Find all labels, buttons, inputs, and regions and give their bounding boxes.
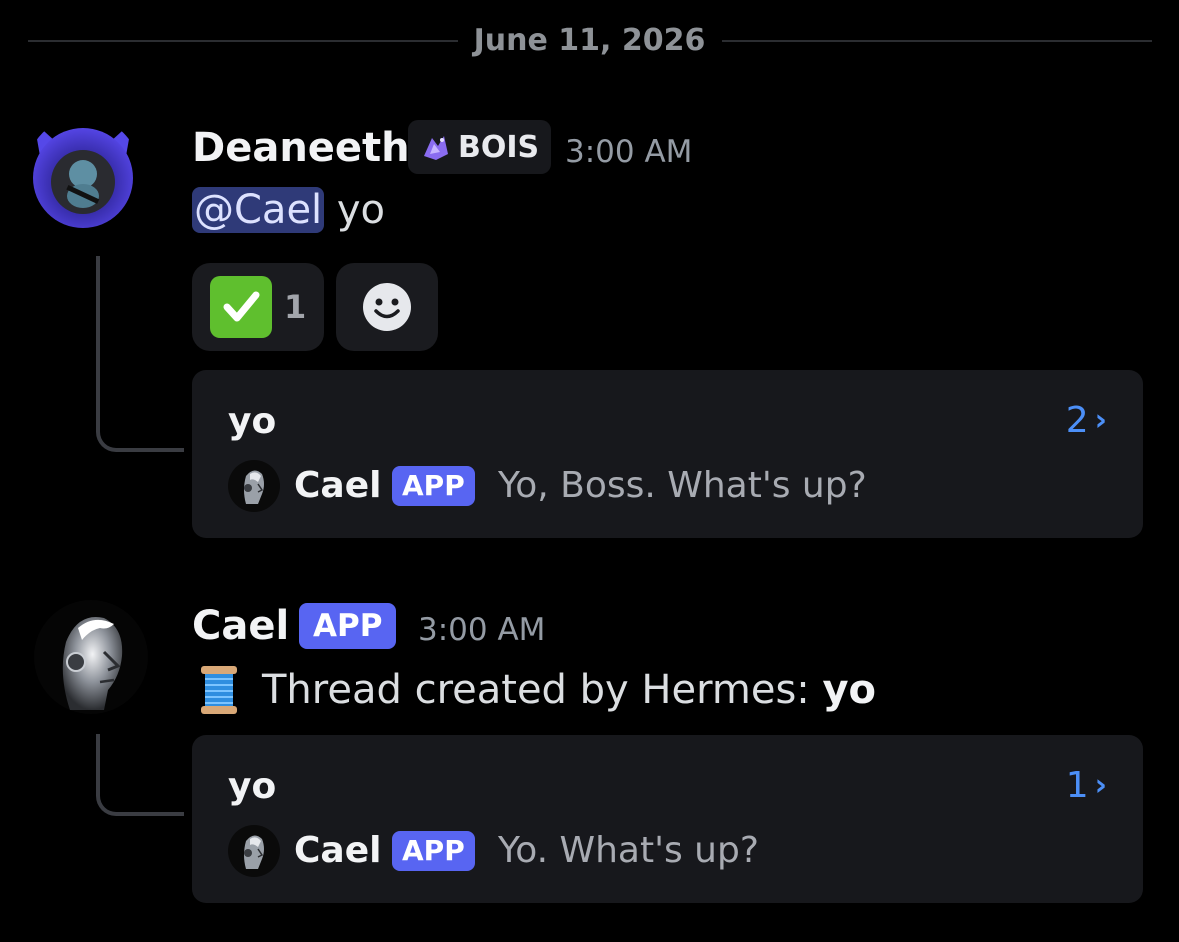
author-name[interactable]: Cael <box>192 600 289 652</box>
timestamp: 3:00 AM <box>565 134 693 170</box>
thread-count-value: 1 <box>1065 765 1089 806</box>
thread-card[interactable]: yo 1 › Cael APP Yo. What's up? <box>192 735 1143 903</box>
smiley-icon <box>361 281 413 333</box>
add-reaction-button[interactable] <box>336 263 438 351</box>
check-mark-button-icon <box>210 276 272 338</box>
chevron-right-icon: › <box>1094 768 1107 803</box>
thread-author: Cael <box>294 830 382 871</box>
thread-card[interactable]: yo 2 › Cael APP Yo, Boss. What's up? <box>192 370 1143 538</box>
thread-preview: Yo. What's up? <box>498 830 759 871</box>
message-text: yo <box>324 187 386 233</box>
user-mention[interactable]: @Cael <box>192 187 325 233</box>
thread-title: yo <box>228 766 277 807</box>
avatar-cael-small <box>228 825 280 877</box>
chevron-right-icon: › <box>1094 403 1107 438</box>
date-divider-label: June 11, 2026 <box>457 23 722 58</box>
crystal-icon <box>418 130 452 164</box>
avatar-cael[interactable] <box>34 600 148 714</box>
message-text: Thread created by Hermes: <box>262 667 823 713</box>
thread-message-count[interactable]: 2 › <box>1066 398 1107 444</box>
thread-connector <box>96 256 184 452</box>
thread-name: yo <box>822 667 877 713</box>
spool-of-thread-icon <box>192 662 246 718</box>
message-content: @Cael yo <box>192 182 385 238</box>
app-badge: APP <box>299 603 397 649</box>
thread-preview: Yo, Boss. What's up? <box>498 465 867 506</box>
app-badge: APP <box>392 831 475 871</box>
role-tag[interactable]: BOIS <box>408 120 552 174</box>
date-divider: June 11, 2026 <box>0 20 1179 62</box>
avatar-cael-small <box>228 460 280 512</box>
thread-message-count[interactable]: 1 › <box>1066 763 1107 809</box>
author-name[interactable]: Deaneeth <box>192 122 410 174</box>
message-content: Thread created by Hermes: yo <box>192 662 876 718</box>
thread-title: yo <box>228 401 277 442</box>
timestamp: 3:00 AM <box>418 612 546 648</box>
avatar-deaneeth[interactable] <box>26 116 140 230</box>
reaction-check[interactable]: 1 <box>192 263 324 351</box>
thread-author: Cael <box>294 465 382 506</box>
role-label: BOIS <box>458 129 540 165</box>
thread-count-value: 2 <box>1065 400 1089 441</box>
thread-connector <box>96 734 184 816</box>
reaction-count: 1 <box>284 288 307 326</box>
app-badge: APP <box>392 466 475 506</box>
